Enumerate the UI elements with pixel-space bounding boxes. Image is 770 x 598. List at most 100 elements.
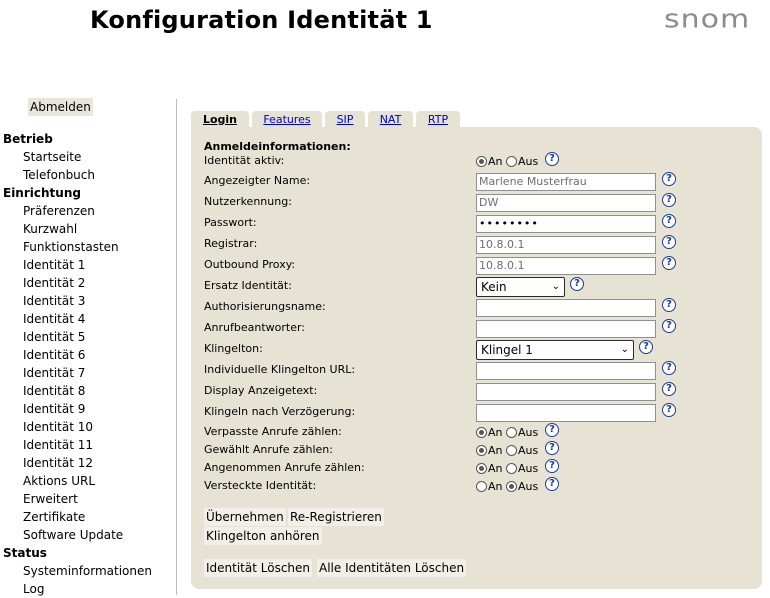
tab-sip[interactable]: SIP — [325, 111, 365, 128]
row-ring-delay: Klingeln nach Verzögerung: ? — [204, 403, 764, 424]
row-custom-ringtone-url: Individuelle Klingelton URL: ? — [204, 361, 764, 382]
apply-button[interactable]: Übernehmen — [204, 508, 286, 526]
help-icon[interactable]: ? — [662, 361, 676, 375]
radio-off[interactable] — [506, 156, 517, 167]
sidebar-item-identitaet-5[interactable]: Identität 5 — [0, 328, 175, 346]
registrar-label: Registrar: — [204, 237, 258, 250]
radio-on[interactable] — [476, 445, 487, 456]
auth-name-input[interactable] — [476, 299, 656, 317]
chevron-down-icon: ⌄ — [551, 281, 560, 292]
tab-nat[interactable]: NAT — [368, 111, 413, 128]
user-id-label: Nutzerkennung: — [204, 195, 292, 208]
sidebar-item-identitaet-4[interactable]: Identität 4 — [0, 310, 175, 328]
radio-off[interactable] — [506, 427, 517, 438]
tab-login[interactable]: Login — [191, 111, 249, 128]
sidebar-item-identitaet-8[interactable]: Identität 8 — [0, 382, 175, 400]
sidebar-item-identitaet-6[interactable]: Identität 6 — [0, 346, 175, 364]
sidebar-item-telefonbuch[interactable]: Telefonbuch — [0, 166, 175, 184]
sidebar-item-erweitert[interactable]: Erweitert — [0, 490, 175, 508]
radio-off[interactable] — [506, 481, 517, 492]
help-icon[interactable]: ? — [545, 477, 559, 491]
help-icon[interactable]: ? — [545, 423, 559, 437]
sidebar-item-zertifikate[interactable]: Zertifikate — [0, 508, 175, 526]
row-backup-identity: Ersatz Identität: Kein ⌄ ? — [204, 277, 764, 298]
help-icon[interactable]: ? — [639, 340, 653, 354]
sidebar-item-kurzwahl[interactable]: Kurzwahl — [0, 220, 175, 238]
help-icon[interactable]: ? — [570, 277, 584, 291]
radio-off[interactable] — [506, 445, 517, 456]
help-icon[interactable]: ? — [545, 441, 559, 455]
sidebar-item-funktionstasten[interactable]: Funktionstasten — [0, 238, 175, 256]
sidebar-item-identitaet-9[interactable]: Identität 9 — [0, 400, 175, 418]
delete-all-identities-button[interactable]: Alle Identitäten Löschen — [317, 559, 467, 577]
radio-on-label: An — [488, 444, 503, 457]
ring-delay-input[interactable] — [476, 404, 656, 422]
sidebar-item-praeferenzen[interactable]: Präferenzen — [0, 202, 175, 220]
password-input[interactable]: •••••••• — [476, 215, 656, 233]
display-text-label: Display Anzeigetext: — [204, 384, 318, 397]
sidebar-item-identitaet-11[interactable]: Identität 11 — [0, 436, 175, 454]
sidebar-item-software-update[interactable]: Software Update — [0, 526, 175, 544]
radio-off[interactable] — [506, 463, 517, 474]
help-icon[interactable]: ? — [662, 403, 676, 417]
help-icon[interactable]: ? — [662, 172, 676, 186]
display-name-input[interactable]: Marlene Musterfrau — [476, 173, 656, 191]
hidden-identity-label: Versteckte Identität: — [204, 479, 317, 492]
user-id-input[interactable]: DW — [476, 194, 656, 212]
sidebar-item-identitaet-1[interactable]: Identität 1 — [0, 256, 175, 274]
sidebar-item-startseite[interactable]: Startseite — [0, 148, 175, 166]
radio-on[interactable] — [476, 481, 487, 492]
row-display-text: Display Anzeigetext: ? — [204, 382, 764, 403]
help-icon[interactable]: ? — [662, 235, 676, 249]
sidebar-item-identitaet-3[interactable]: Identität 3 — [0, 292, 175, 310]
delete-identity-button[interactable]: Identität Löschen — [204, 559, 313, 577]
radio-on-label: An — [488, 155, 503, 168]
sidebar-item-systeminformationen[interactable]: Systeminformationen — [0, 562, 175, 580]
sidebar-item-identitaet-12[interactable]: Identität 12 — [0, 454, 175, 472]
voicemail-label: Anrufbeantworter: — [204, 321, 306, 334]
help-icon[interactable]: ? — [662, 319, 676, 333]
radio-on[interactable] — [476, 463, 487, 474]
backup-identity-select[interactable]: Kein ⌄ — [476, 277, 565, 297]
voicemail-input[interactable] — [476, 320, 656, 338]
password-label: Passwort: — [204, 216, 257, 229]
count-received-label: Angenommen Anrufe zählen: — [204, 461, 365, 474]
radio-on-label: An — [488, 426, 503, 439]
tab-features[interactable]: Features — [252, 111, 322, 128]
play-ringtone-button[interactable]: Klingelton anhören — [204, 527, 322, 545]
ringtone-label: Klingelton: — [204, 342, 263, 355]
tab-rtp[interactable]: RTP — [416, 111, 460, 128]
help-icon[interactable]: ? — [545, 152, 559, 166]
sidebar-item-identitaet-10[interactable]: Identität 10 — [0, 418, 175, 436]
sidebar-item-log[interactable]: Log — [0, 580, 175, 598]
ring-delay-label: Klingeln nach Verzögerung: — [204, 405, 356, 418]
row-registrar: Registrar: 10.8.0.1 ? — [204, 235, 764, 256]
row-password: Passwort: •••••••• ? — [204, 214, 764, 235]
row-hidden-identity: Versteckte Identität: An Aus ? — [204, 477, 764, 498]
registrar-input[interactable]: 10.8.0.1 — [476, 236, 656, 254]
help-icon[interactable]: ? — [662, 214, 676, 228]
radio-on[interactable] — [476, 427, 487, 438]
help-icon[interactable]: ? — [662, 298, 676, 312]
hidden-identity-radio-group: An Aus — [476, 480, 538, 493]
radio-off-label: Aus — [518, 426, 539, 439]
reregister-button[interactable]: Re-Registrieren — [288, 508, 384, 526]
custom-ringtone-url-input[interactable] — [476, 362, 656, 380]
radio-off-label: Aus — [518, 480, 539, 493]
radio-on[interactable] — [476, 156, 487, 167]
display-name-label: Angezeigter Name: — [204, 174, 311, 187]
help-icon[interactable]: ? — [662, 256, 676, 270]
radio-on-label: An — [488, 480, 503, 493]
outbound-proxy-input[interactable]: 10.8.0.1 — [476, 257, 656, 275]
sidebar-item-aktions-url[interactable]: Aktions URL — [0, 472, 175, 490]
help-icon[interactable]: ? — [545, 459, 559, 473]
sidebar-item-identitaet-2[interactable]: Identität 2 — [0, 274, 175, 292]
row-voicemail: Anrufbeantworter: ? — [204, 319, 764, 340]
display-text-input[interactable] — [476, 383, 656, 401]
ringtone-select[interactable]: Klingel 1 ⌄ — [476, 340, 634, 360]
sidebar-item-identitaet-7[interactable]: Identität 7 — [0, 364, 175, 382]
logout-button[interactable]: Abmelden — [28, 98, 93, 116]
help-icon[interactable]: ? — [662, 382, 676, 396]
outbound-proxy-label: Outbound Proxy: — [204, 258, 296, 271]
help-icon[interactable]: ? — [662, 193, 676, 207]
